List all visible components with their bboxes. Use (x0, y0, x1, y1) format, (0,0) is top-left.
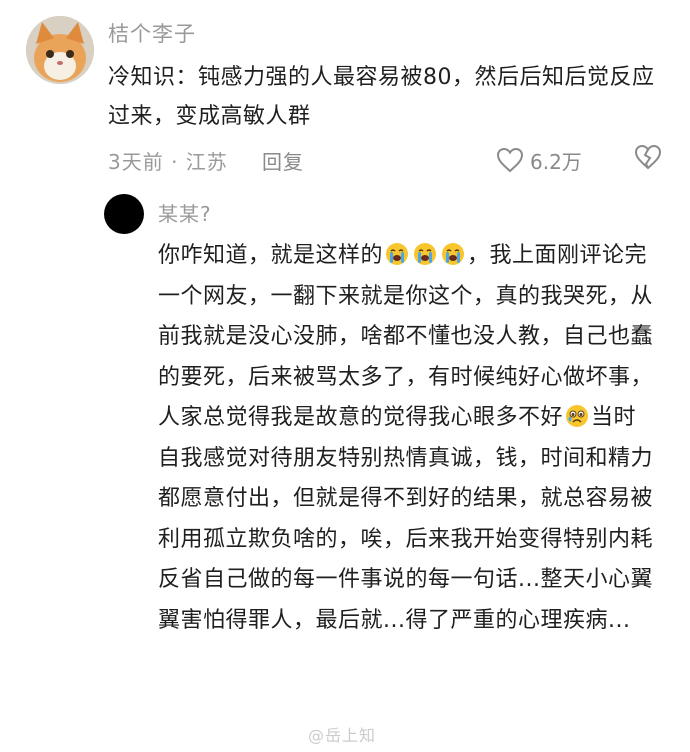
comment-text: 冷知识：钝感力强的人最容易被80，然后后知后觉反应过来，变成高敏人群 (108, 65, 655, 129)
tearful-face-icon (566, 405, 589, 427)
reply-button[interactable]: 回复 (262, 146, 304, 175)
comment-meta: 3天前 · 江苏 回复 6.2万 (108, 144, 668, 176)
reply-text-part2: ，我上面刚评论完一个网友，一翻下来就是你这个，真的我哭死，从前我就是没心没肺，啥… (158, 243, 654, 430)
comment-time-location: 3天前 · 江苏 (108, 150, 228, 174)
dislike-button[interactable] (634, 144, 662, 175)
crying-face-icon (442, 243, 465, 265)
crying-face-icon (414, 243, 437, 265)
heart-icon (496, 147, 524, 173)
reply-text-part3: 当时自我感觉对待朋友特别热情真诚，钱，时间和精力都愿意付出，但就是得不到好的结果… (158, 405, 654, 633)
avatar[interactable] (26, 16, 94, 84)
cat-avatar-icon (26, 16, 94, 84)
reply-author[interactable]: 某某? (158, 198, 212, 227)
comment-author[interactable]: 桔个李子 (108, 18, 196, 48)
watermark: @岳上知 (308, 726, 377, 745)
like-count: 6.2万 (530, 149, 582, 174)
reply-text-part1: 你咋知道，就是这样的 (158, 243, 384, 268)
like-button[interactable]: 6.2万 (496, 144, 582, 176)
reply-text: 你咋知道，就是这样的 ，我上面刚评论完一个网友，一翻下来就是你这个，真的我哭死，从… (158, 236, 658, 641)
crying-face-icon (386, 243, 409, 265)
reply-avatar[interactable] (104, 194, 144, 234)
broken-heart-icon (634, 144, 662, 170)
